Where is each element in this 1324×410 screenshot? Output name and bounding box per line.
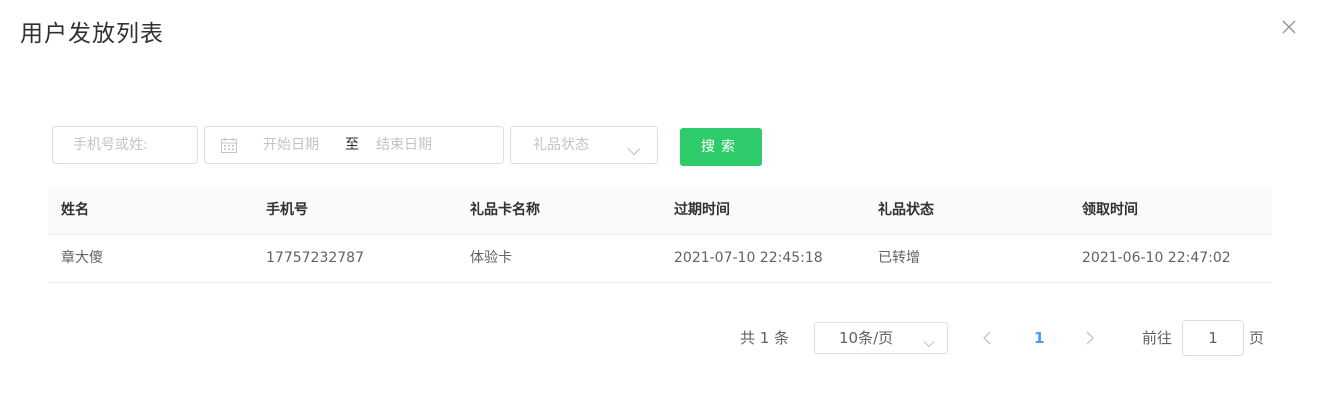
column-header-claim-time: 领取时间 [1082,202,1138,218]
column-header-name: 姓名 [61,202,89,218]
cell-phone: 17757232787 [266,250,364,266]
chevron-down-icon [923,334,935,352]
search-button[interactable]: 搜索 [680,128,762,166]
page-size-value: 10条/页 [839,329,894,347]
range-separator: 至 [345,137,359,153]
column-header-phone: 手机号 [266,202,308,218]
pagination: 共 1 条 10条/页 1 前往 1 页 [0,320,1324,356]
start-date-placeholder[interactable]: 开始日期 [263,127,319,163]
chevron-down-icon [627,141,641,160]
gift-status-placeholder: 礼品状态 [533,137,589,153]
pagination-total: 共 1 条 [740,329,790,347]
phone-or-name-input[interactable]: 手机号或姓: [52,126,198,164]
page-number-current[interactable]: 1 [1034,320,1044,356]
dialog-title: 用户发放列表 [20,21,164,47]
cell-gift-status: 已转增 [878,250,920,266]
page-unit-label: 页 [1249,329,1265,347]
phone-or-name-placeholder: 手机号或姓: [73,137,148,153]
cell-expire-time: 2021-07-10 22:45:18 [674,250,823,266]
goto-label: 前往 [1142,329,1173,347]
goto-page-input[interactable]: 1 [1182,320,1244,356]
gift-table: 姓名 手机号 礼品卡名称 过期时间 礼品状态 领取时间 章大傻 17757232… [48,187,1272,283]
table-row: 章大傻 17757232787 体验卡 2021-07-10 22:45:18 … [48,235,1272,283]
cell-gift-card: 体验卡 [470,250,512,266]
end-date-placeholder[interactable]: 结束日期 [376,127,432,163]
column-header-expire-time: 过期时间 [674,202,730,218]
gift-status-select[interactable]: 礼品状态 [510,126,658,164]
page-size-select[interactable]: 10条/页 [814,322,948,354]
column-header-gift-status: 礼品状态 [878,202,934,218]
chevron-right-icon[interactable] [1085,331,1095,349]
chevron-left-icon[interactable] [982,331,992,349]
calendar-icon [220,137,238,158]
cell-claim-time: 2021-06-10 22:47:02 [1082,250,1231,266]
close-icon[interactable] [1280,18,1298,36]
cell-name: 章大傻 [61,250,103,266]
table-header: 姓名 手机号 礼品卡名称 过期时间 礼品状态 领取时间 [48,187,1272,235]
date-range-picker[interactable]: 开始日期 至 结束日期 [204,126,504,164]
column-header-gift-card: 礼品卡名称 [470,202,540,218]
